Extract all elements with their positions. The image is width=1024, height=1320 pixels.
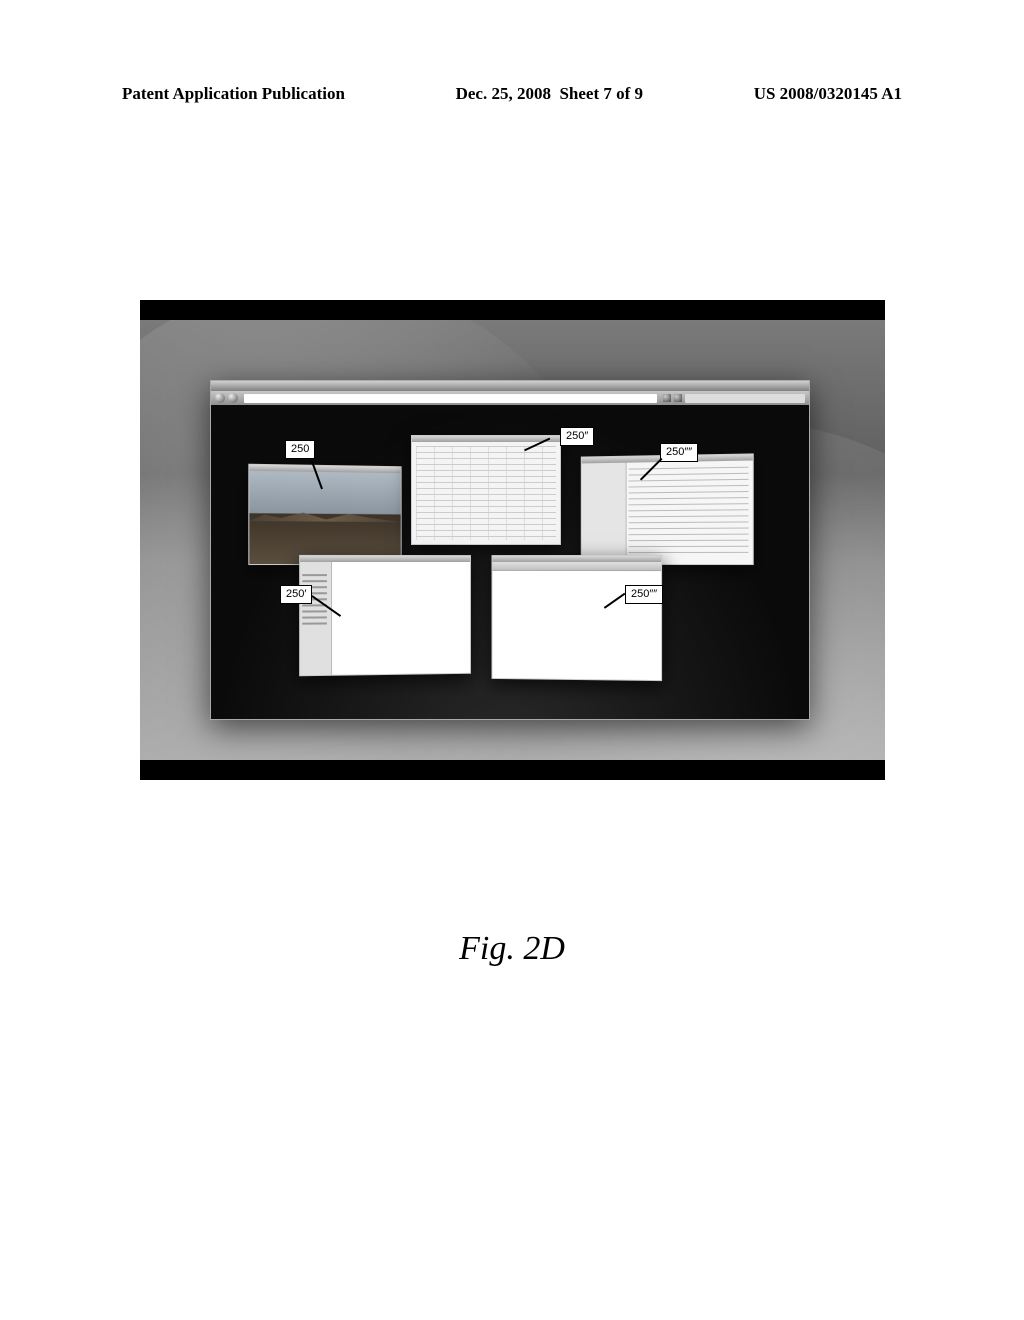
address-bar[interactable] [244,394,657,403]
forward-button[interactable] [228,393,238,403]
desktop-background: 250 250″ 250″″ 250′ 250″″ [140,320,885,760]
ref-label: 250″″ [660,443,698,462]
refresh-button[interactable] [663,394,671,402]
page-header: Patent Application Publication Dec. 25, … [0,84,1024,104]
ref-label: 250″ [560,427,594,446]
figure-frame: 250 250″ 250″″ 250′ 250″″ [140,300,885,780]
preview-thumb-document[interactable] [491,555,662,681]
stop-button[interactable] [674,394,682,402]
ref-label: 250′ [280,585,312,604]
browser-toolbar [211,391,809,405]
browser-titlebar[interactable] [211,381,809,391]
back-button[interactable] [215,393,225,403]
figure-caption: Fig. 2D [0,930,1024,968]
browser-window[interactable] [210,380,810,720]
header-right: US 2008/0320145 A1 [754,84,902,104]
ref-label: 250 [285,440,315,459]
ref-label: 250″″ [625,585,663,604]
preview-thumb-spreadsheet[interactable] [411,435,561,545]
preview-thumb-explorer[interactable] [581,453,754,565]
preview-thumb-landscape[interactable] [248,464,401,565]
header-mid: Dec. 25, 2008 Sheet 7 of 9 [456,84,643,104]
header-left: Patent Application Publication [122,84,345,104]
preview-thumb-editor[interactable] [299,555,471,676]
search-input[interactable] [685,394,805,403]
